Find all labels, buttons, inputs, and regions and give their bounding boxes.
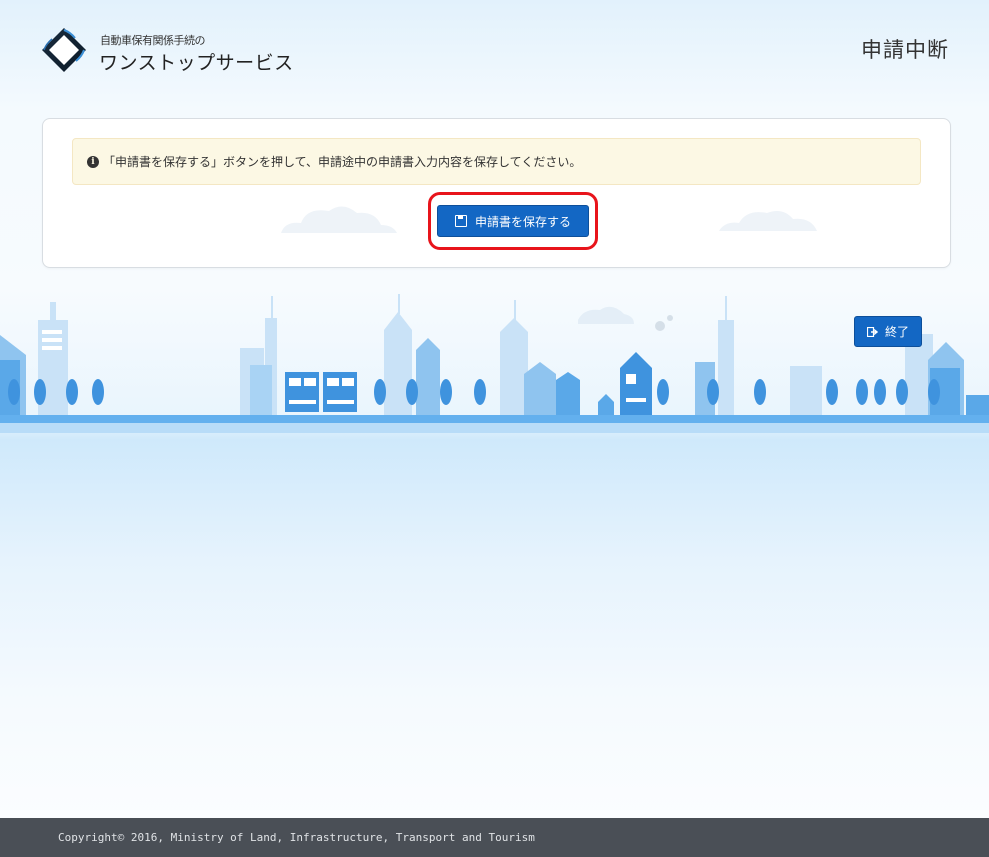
highlight-box: 申請書を保存する bbox=[428, 192, 598, 250]
main-panel: i 「申請書を保存する」ボタンを押して、申請途中の申請書入力内容を保存してくださ… bbox=[42, 118, 951, 268]
warning-alert: i 「申請書を保存する」ボタンを押して、申請途中の申請書入力内容を保存してくださ… bbox=[72, 138, 921, 185]
logo-icon bbox=[42, 28, 86, 72]
save-application-button[interactable]: 申請書を保存する bbox=[437, 205, 589, 237]
footer: Copyright© 2016, Ministry of Land, Infra… bbox=[0, 818, 989, 857]
end-button-label: 終了 bbox=[884, 325, 909, 339]
save-button-label: 申請書を保存する bbox=[474, 214, 571, 229]
page-title: 申請中断 bbox=[861, 38, 949, 62]
cloud-decoration bbox=[281, 206, 397, 233]
sign-out-icon bbox=[866, 326, 878, 337]
save-icon bbox=[454, 215, 467, 227]
city-skyline-illustration bbox=[0, 294, 989, 433]
end-button[interactable]: 終了 bbox=[854, 316, 922, 347]
info-circle-icon: i bbox=[87, 155, 99, 168]
alert-message: 「申請書を保存する」ボタンを押して、申請途中の申請書入力内容を保存してください。 bbox=[103, 155, 582, 169]
copyright-text: Copyright© 2016, Ministry of Land, Infra… bbox=[58, 831, 535, 844]
header: 自動車保有関係手続の ワンストップサービス 申請中断 bbox=[0, 0, 989, 100]
logo-subtitle: 自動車保有関係手続の bbox=[100, 34, 206, 47]
logo-title: ワンストップサービス bbox=[99, 52, 294, 74]
cloud-decoration bbox=[719, 211, 817, 231]
